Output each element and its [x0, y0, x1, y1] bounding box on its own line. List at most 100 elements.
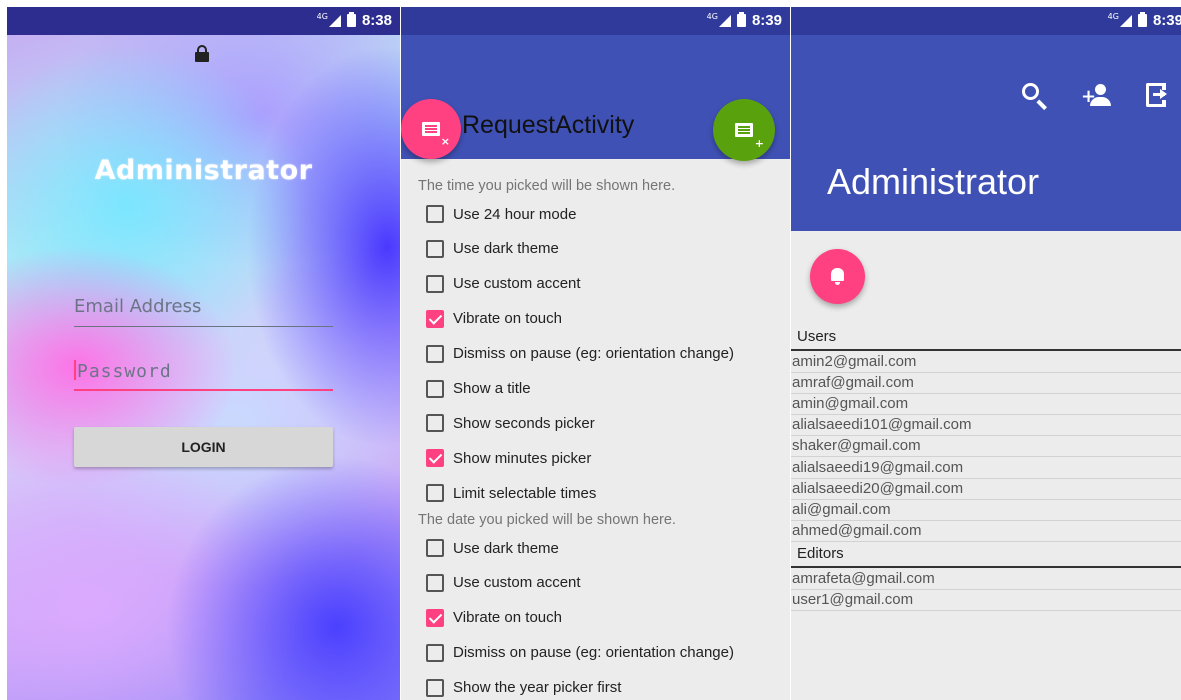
option-label: Show minutes picker — [453, 449, 592, 467]
email-list-item[interactable]: alialsaeedi19@gmail.com — [791, 458, 1181, 479]
group-divider — [791, 565, 1181, 568]
checkbox[interactable] — [426, 414, 444, 433]
option-label: Vibrate on touch — [453, 609, 562, 627]
email-placeholder: Email Address — [74, 296, 202, 317]
group-divider — [791, 349, 1181, 351]
checkbox[interactable] — [426, 573, 444, 592]
checkbox[interactable] — [426, 643, 444, 662]
date-hint: The date you picked will be shown here. — [418, 512, 676, 528]
email-field[interactable]: Email Address — [74, 293, 333, 327]
page-title: Administrator — [827, 161, 1040, 202]
option-label: Show seconds picker — [453, 414, 595, 432]
email-list-item[interactable]: user1@gmail.com — [791, 590, 1181, 611]
checkbox[interactable] — [426, 484, 444, 503]
network-label: 4G — [1107, 12, 1119, 21]
email-list-item[interactable]: amrafeta@gmail.com — [791, 569, 1181, 590]
password-placeholder: Password — [77, 361, 172, 382]
email-list-item[interactable]: alialsaeedi20@gmail.com — [791, 479, 1181, 500]
status-bar: 4G 8:39 — [401, 7, 790, 35]
checkbox[interactable] — [426, 539, 444, 557]
time-option-row[interactable]: Show seconds picker — [426, 411, 595, 435]
password-field[interactable]: Password — [74, 357, 333, 391]
admin-screen: 4G 8:39 + Administrator Users amin2@gmail… — [791, 7, 1181, 700]
option-label: Use custom accent — [453, 574, 581, 592]
checkbox-checked[interactable] — [426, 449, 444, 468]
option-label: Show a title — [453, 380, 531, 397]
time-option-row[interactable]: Vibrate on touch — [426, 307, 562, 331]
cancel-request-button[interactable]: × — [401, 99, 461, 159]
add-request-button[interactable]: + — [713, 99, 775, 161]
date-option-row[interactable]: Vibrate on touch — [426, 606, 562, 630]
checkbox[interactable] — [426, 205, 444, 223]
network-label: 4G — [316, 12, 328, 21]
time-option-row[interactable]: Use custom accent — [426, 272, 581, 296]
email-list-item[interactable]: ali@gmail.com — [791, 500, 1181, 521]
network-label: 4G — [706, 12, 718, 21]
text-cursor — [74, 360, 76, 380]
option-label: Use dark theme — [453, 240, 559, 258]
time-option-row[interactable]: Show minutes picker — [426, 446, 591, 470]
battery-icon — [346, 12, 356, 27]
checkbox[interactable] — [426, 344, 444, 363]
group-header: Users — [797, 328, 837, 345]
time-hint: The time you picked will be shown here. — [418, 178, 676, 194]
date-option-row[interactable]: Use dark theme — [426, 536, 559, 560]
time-option-row[interactable]: Use dark theme — [426, 237, 559, 261]
option-label: Use custom accent — [453, 275, 581, 293]
option-label: Dismiss on pause (eg: orientation change… — [453, 345, 734, 363]
option-label: Vibrate on touch — [453, 310, 562, 328]
signal-icon — [1119, 14, 1132, 27]
checkbox[interactable] — [426, 379, 444, 398]
time-option-row[interactable]: Limit selectable times — [426, 481, 596, 505]
time-option-row[interactable]: Dismiss on pause (eg: orientation change… — [426, 342, 734, 366]
time-option-row[interactable]: Show a title — [426, 377, 531, 401]
email-list-item[interactable]: amraf@gmail.com — [791, 373, 1181, 395]
option-label: Dismiss on pause (eg: orientation change… — [453, 644, 734, 662]
list-add-icon — [735, 123, 753, 137]
time-option-row[interactable]: Use 24 hour mode — [426, 202, 576, 226]
signal-icon — [328, 14, 341, 27]
login-screen: 4G 8:38 Administrator Email Address Pass… — [7, 7, 400, 700]
login-button[interactable]: LOGIN — [74, 427, 333, 467]
add-user-icon[interactable]: + — [1081, 81, 1111, 111]
status-bar: 4G 8:38 — [7, 7, 400, 35]
checkbox[interactable] — [426, 678, 444, 697]
email-list-item[interactable]: alialsaeedi101@gmail.com — [791, 415, 1181, 437]
battery-icon — [736, 12, 746, 27]
battery-icon — [1137, 12, 1147, 27]
email-list-item[interactable]: amin2@gmail.com — [791, 352, 1181, 373]
page-title: RequestActivity — [462, 111, 635, 139]
checkbox-checked[interactable] — [426, 309, 444, 328]
notifications-button[interactable] — [810, 249, 865, 304]
status-bar: 4G 8:39 — [791, 7, 1181, 35]
date-option-row[interactable]: Use custom accent — [426, 571, 581, 595]
group-header: Editors — [797, 544, 844, 562]
request-screen: 4G 8:39 RequestActivity × + The time you… — [401, 7, 790, 700]
email-list-item[interactable]: ahmed@gmail.com — [791, 521, 1181, 542]
login-title: Administrator — [94, 155, 313, 186]
option-label: Limit selectable times — [453, 484, 597, 502]
signal-icon — [718, 14, 731, 27]
plus-mark-icon: + — [754, 137, 764, 150]
background-image — [7, 7, 400, 700]
date-option-row[interactable]: Show the year picker first — [426, 676, 621, 700]
checkbox[interactable] — [426, 239, 444, 258]
option-label: Show the year picker first — [453, 679, 622, 697]
search-icon[interactable] — [1020, 81, 1050, 111]
bell-clapper — [835, 282, 840, 285]
email-list-item[interactable]: shaker@gmail.com — [791, 436, 1181, 458]
option-label: Use dark theme — [453, 539, 559, 557]
checkbox-checked[interactable] — [426, 608, 444, 627]
lock-icon — [195, 45, 209, 62]
exit-icon[interactable] — [1142, 81, 1172, 111]
checkbox[interactable] — [426, 274, 444, 293]
status-time: 8:38 — [361, 12, 392, 29]
status-time: 8:39 — [1152, 12, 1181, 29]
list-remove-icon — [422, 122, 440, 136]
x-mark-icon: × — [440, 135, 450, 148]
status-time: 8:39 — [751, 12, 782, 29]
bell-icon — [831, 268, 844, 281]
option-label: Use 24 hour mode — [453, 205, 577, 223]
email-list-item[interactable]: amin@gmail.com — [791, 394, 1181, 416]
date-option-row[interactable]: Dismiss on pause (eg: orientation change… — [426, 641, 734, 665]
